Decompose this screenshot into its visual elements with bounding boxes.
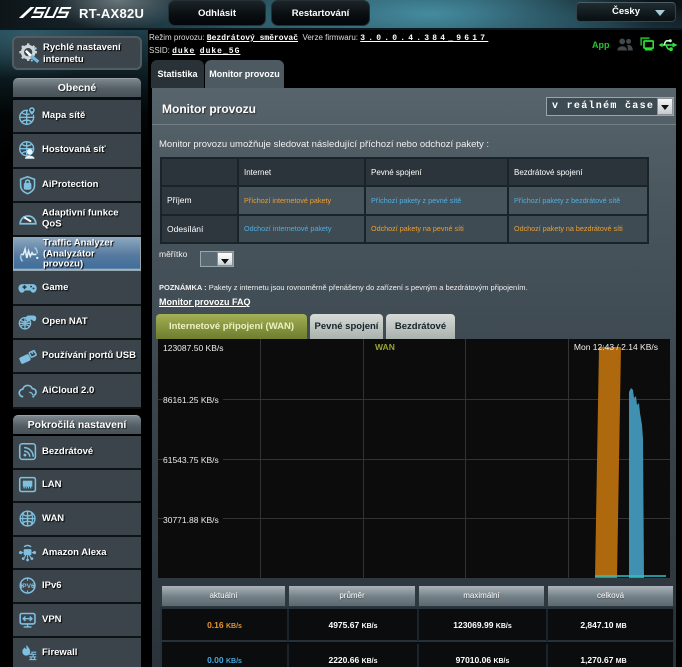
svg-text:IPV6: IPV6 [20, 583, 35, 590]
